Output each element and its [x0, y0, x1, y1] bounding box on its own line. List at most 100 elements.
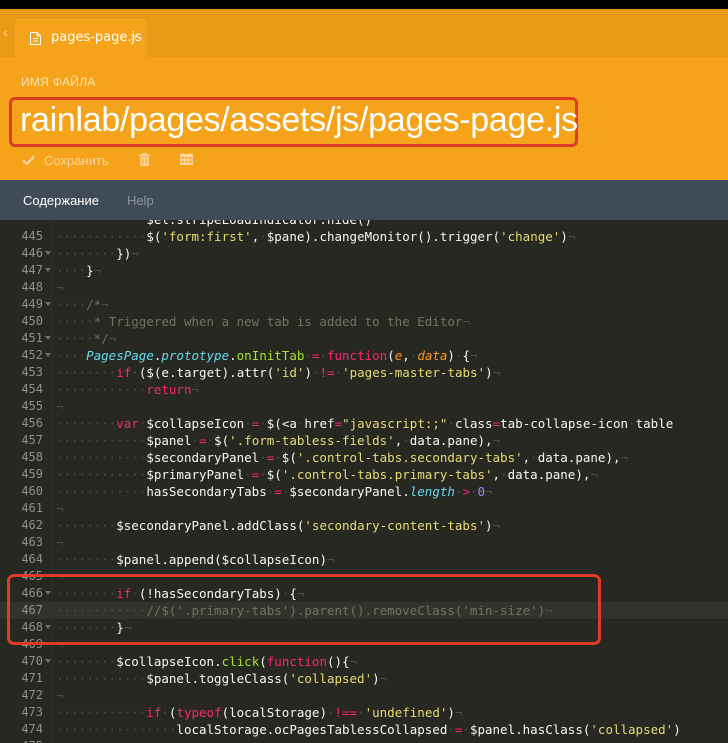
code-line-475: 475 ¬	[0, 738, 728, 743]
code-line-448: 448 ¬	[0, 279, 728, 296]
line-number: 466	[21, 586, 43, 600]
code-line-457: 457 ············$panel·=·$('.form-tabless…	[0, 432, 728, 449]
code-line-449: 449 ····/*¬	[0, 296, 728, 313]
code-text: ····/*¬	[56, 297, 109, 312]
content-tabs: Содержание Help	[0, 180, 728, 220]
line-number: 469	[21, 637, 43, 651]
code-text: ············$panel.toggleClass('collapse…	[56, 671, 388, 686]
code-text: ············$primaryPanel·=·$('.control-…	[56, 467, 598, 482]
code-line-454: 454 ············return¬	[0, 381, 728, 398]
line-number: 450	[21, 314, 43, 328]
code-text: ········$collapseIcon.click(function(){¬	[56, 654, 358, 669]
code-line-451: 451 ·····*/¬	[0, 330, 728, 347]
line-number: 448	[21, 280, 43, 294]
code-text: ····}¬	[56, 263, 102, 278]
line-number: 467	[21, 603, 43, 617]
code-line-459: 459 ············$primaryPanel·=·$('.contr…	[0, 466, 728, 483]
code-line-468: 468 ········}¬	[0, 619, 728, 636]
code-line-473: 473 ············if·(typeof(localStorage)·…	[0, 704, 728, 721]
code-text: ¬	[56, 399, 64, 414]
code-line-465: 465 ¬	[0, 568, 728, 585]
fold-arrow-icon[interactable]	[45, 659, 51, 663]
fold-arrow-icon[interactable]	[45, 251, 51, 255]
tab-strip: ‹ pages-page.js ×	[0, 9, 728, 57]
tab-content[interactable]: Содержание	[23, 193, 99, 208]
code-line-466: 466 ········if·(!hasSecondaryTabs)·{¬	[0, 585, 728, 602]
code-text: ········var·$collapseIcon·=·$(<a·href="j…	[56, 416, 674, 431]
code-line-461: 461 ¬	[0, 500, 728, 517]
code-text: ········$secondaryPanel.addClass('second…	[56, 518, 501, 533]
editor-header: ‹ pages-page.js × ИМЯ ФАЙЛА rainlab/page…	[0, 9, 728, 180]
line-number: 454	[21, 382, 43, 396]
line-number: 468	[21, 620, 43, 634]
line-number: 452	[21, 348, 43, 362]
code-text: ············if·(typeof(localStorage)·!==…	[56, 705, 463, 720]
code-line-456: 456 ········var·$collapseIcon·=·$(<a·href…	[0, 415, 728, 432]
calendar-icon	[180, 153, 193, 165]
line-number: 445	[21, 229, 43, 243]
code-line-452: 452 ····PagesPage.prototype.onInitTab·=·f…	[0, 347, 728, 364]
line-number: 473	[21, 705, 43, 719]
code-line-469: 469 ¬	[0, 636, 728, 653]
code-line-460: 460 ············hasSecondaryTabs·=·$secon…	[0, 483, 728, 500]
code-line-472: 472 ¬	[0, 687, 728, 704]
line-number: 455	[21, 399, 43, 413]
file-icon	[30, 32, 41, 45]
code-text: ············return¬	[56, 382, 199, 397]
code-text: ········})¬	[56, 246, 139, 261]
code-line-partial: $el.stripeLoadIndicator.hide()	[0, 220, 728, 228]
code-line-474: 474 ················localStorage.ocPagesT…	[0, 721, 728, 738]
line-number: 463	[21, 535, 43, 549]
code-text: ¬	[56, 280, 64, 295]
delete-button[interactable]	[139, 153, 150, 169]
close-icon[interactable]: ×	[130, 29, 138, 45]
tab-help[interactable]: Help	[127, 193, 154, 208]
line-number: 458	[21, 450, 43, 464]
calendar-button[interactable]	[180, 153, 193, 168]
code-text: ········}¬	[56, 620, 132, 635]
trash-icon	[139, 153, 150, 166]
tab-scroll-left-icon[interactable]: ‹	[3, 25, 8, 39]
code-line-462: 462 ········$secondaryPanel.addClass('sec…	[0, 517, 728, 534]
code-text: ············//$('.primary-tabs').parent(…	[56, 603, 553, 618]
code-text: ············$('form:first',·$pane).chang…	[56, 229, 576, 244]
code-line-447: 447 ····}¬	[0, 262, 728, 279]
fold-arrow-icon[interactable]	[45, 591, 51, 595]
code-text: ················localStorage.ocPagesTabl…	[56, 722, 681, 737]
code-text: ¬	[56, 501, 64, 516]
code-line-455: 455 ¬	[0, 398, 728, 415]
code-line-450: 450 ·····* Triggered when a new tab is ad…	[0, 313, 728, 330]
line-number: 474	[21, 722, 43, 736]
code-text: ¬	[56, 738, 64, 743]
line-number: 460	[21, 484, 43, 498]
fold-arrow-icon[interactable]	[45, 625, 51, 629]
checkmark-icon	[22, 155, 35, 166]
window-top-bar	[0, 0, 728, 9]
tab-label: pages-page.js	[51, 30, 142, 45]
save-button[interactable]: Сохранить	[22, 153, 109, 168]
fold-arrow-icon[interactable]	[45, 302, 51, 306]
line-number: 457	[21, 433, 43, 447]
code-editor[interactable]: $el.stripeLoadIndicator.hide() 445 ······…	[0, 220, 728, 743]
code-text: ········if·($(e.target).attr('id')·!=·'p…	[56, 365, 501, 380]
line-number: 470	[21, 654, 43, 668]
fold-arrow-icon[interactable]	[45, 353, 51, 357]
code-line-467: 467 ············//$('.primary-tabs').pare…	[0, 602, 728, 619]
code-text: ············$secondaryPanel·=·$('.contro…	[56, 450, 629, 465]
fold-arrow-icon[interactable]	[45, 336, 51, 340]
code-line-463: 463 ¬	[0, 534, 728, 551]
code-line-464: 464 ········$panel.append($collapseIcon)¬	[0, 551, 728, 568]
line-number: 456	[21, 416, 43, 430]
code-line-470: 470 ········$collapseIcon.click(function(…	[0, 653, 728, 670]
fold-arrow-icon[interactable]	[45, 268, 51, 272]
tab-pages-page-js[interactable]: pages-page.js ×	[15, 18, 147, 57]
line-number: 451	[21, 331, 43, 345]
code-text: ¬	[56, 637, 64, 652]
line-number: 453	[21, 365, 43, 379]
filename-label: ИМЯ ФАЙЛА	[21, 75, 96, 89]
filename-field[interactable]: rainlab/pages/assets/js/pages-page.js	[20, 101, 578, 140]
code-text: ············$panel·=·$('.form-tabless-fi…	[56, 433, 501, 448]
line-number: 461	[21, 501, 43, 515]
code-text: ¬	[56, 688, 64, 703]
code-line-446: 446 ········})¬	[0, 245, 728, 262]
